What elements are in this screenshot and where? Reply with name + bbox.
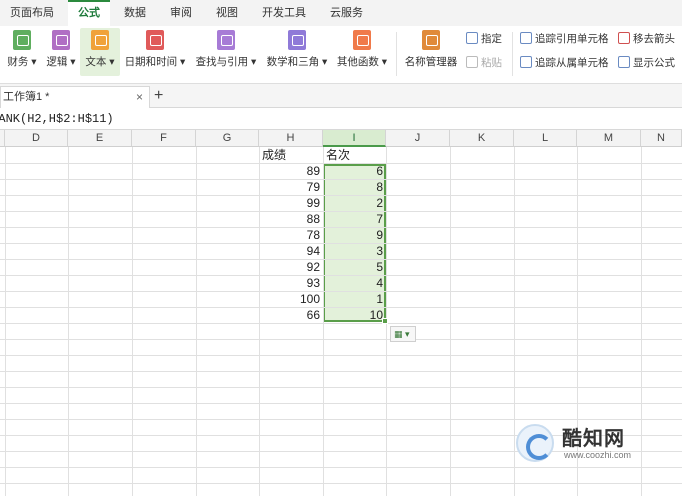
watermark: 酷知网 www.coozhi.com <box>510 420 660 470</box>
datetime-button[interactable]: 日期和时间 ▾ <box>122 28 188 76</box>
tab-data[interactable]: 数据 <box>114 0 156 26</box>
cell-score[interactable]: 89 <box>259 163 323 179</box>
formula-bar[interactable]: =RANK(H2,H$2:H$11) <box>0 108 682 130</box>
assign-icon <box>466 32 478 44</box>
column-header-j[interactable]: J <box>386 130 450 147</box>
cell-rank[interactable]: 2 <box>323 195 386 211</box>
gridline <box>5 147 6 496</box>
name-manager-button[interactable]: 名称管理器 <box>402 28 460 76</box>
cell-rank[interactable]: 1 <box>323 291 386 307</box>
tab-formulas[interactable]: 公式 <box>68 0 110 26</box>
column-header-g[interactable]: G <box>196 130 259 147</box>
finance-icon <box>13 30 31 50</box>
tab-view[interactable]: 视图 <box>206 0 248 26</box>
column-header-h[interactable]: H <box>259 130 323 147</box>
cell-rank[interactable]: 6 <box>323 163 386 179</box>
finance-button[interactable]: 财务 ▾ <box>4 28 40 76</box>
close-icon[interactable]: × <box>136 87 143 107</box>
gridline <box>0 355 682 356</box>
gridline <box>132 147 133 496</box>
gridline <box>450 147 451 496</box>
name-manager-icon <box>422 30 440 50</box>
cell-score[interactable]: 94 <box>259 243 323 259</box>
math-icon <box>288 30 306 50</box>
fill-handle[interactable] <box>382 318 388 324</box>
watermark-title: 酷知网 <box>562 426 625 450</box>
cell-score[interactable]: 66 <box>259 307 323 323</box>
column-header-f[interactable]: F <box>132 130 196 147</box>
logic-icon <box>52 30 70 50</box>
autofill-options-button[interactable]: ▦ ▾ <box>390 326 416 342</box>
cell-rank[interactable]: 10 <box>323 307 386 323</box>
cell-rank[interactable]: 9 <box>323 227 386 243</box>
cell-rank[interactable]: 4 <box>323 275 386 291</box>
remove-arrows-button[interactable]: 移去箭头 <box>618 30 675 48</box>
gridline <box>68 147 69 496</box>
show-formulas-icon <box>618 56 630 68</box>
show-formulas-button[interactable]: 显示公式 <box>618 54 675 72</box>
cell-score[interactable]: 88 <box>259 211 323 227</box>
coozhi-logo-icon <box>516 424 554 462</box>
cell-h1[interactable]: 成绩 <box>259 147 323 163</box>
gridline <box>0 339 682 340</box>
gridline <box>0 483 682 484</box>
column-header-i[interactable]: I <box>323 130 386 147</box>
document-tabs: 工作簿1 * × + <box>0 84 682 108</box>
watermark-url: www.coozhi.com <box>564 450 632 460</box>
lookup-button[interactable]: 查找与引用 ▾ <box>192 28 260 76</box>
cell-score[interactable]: 100 <box>259 291 323 307</box>
gridline <box>0 323 682 324</box>
logic-button[interactable]: 逻辑 ▾ <box>44 28 78 76</box>
text-button[interactable]: 文本 ▾ <box>80 28 120 76</box>
column-header-l[interactable]: L <box>514 130 577 147</box>
gridline <box>0 387 682 388</box>
trace-dependents-icon <box>520 56 532 68</box>
trace-precedents-icon <box>520 32 532 44</box>
cell-rank[interactable]: 3 <box>323 243 386 259</box>
remove-arrows-icon <box>618 32 630 44</box>
gridline <box>196 147 197 496</box>
ribbon: 财务 ▾ 逻辑 ▾ 文本 ▾ 日期和时间 ▾ 查找与引用 ▾ 数学和三角 ▾ 其… <box>0 26 682 84</box>
cell-score[interactable]: 79 <box>259 179 323 195</box>
lookup-icon <box>217 30 235 50</box>
paste-icon <box>466 56 478 68</box>
cell-score[interactable]: 93 <box>259 275 323 291</box>
column-header-m[interactable]: M <box>577 130 641 147</box>
text-icon <box>91 30 109 50</box>
spreadsheet-grid[interactable]: D E F G H I J K L M N 成绩 名次 89 6 79 8 99… <box>0 130 682 496</box>
autofill-icon: ▦ ▾ <box>394 329 410 339</box>
cell-rank[interactable]: 8 <box>323 179 386 195</box>
column-header-n[interactable]: N <box>641 130 682 147</box>
menu-bar: 页面布局 公式 数据 审阅 视图 开发工具 云服务 <box>0 0 682 26</box>
assign-button[interactable]: 指定 <box>466 30 502 48</box>
trace-dependents-button[interactable]: 追踪从属单元格 <box>520 54 609 72</box>
cell-score[interactable]: 92 <box>259 259 323 275</box>
cell-rank[interactable]: 7 <box>323 211 386 227</box>
paste-button[interactable]: 粘贴 <box>466 54 502 72</box>
column-header-e[interactable]: E <box>68 130 132 147</box>
workbook-tab[interactable]: 工作簿1 * × <box>0 86 150 108</box>
ribbon-divider <box>396 32 397 76</box>
cell-score[interactable]: 78 <box>259 227 323 243</box>
cell-score[interactable]: 99 <box>259 195 323 211</box>
cell-rank[interactable]: 5 <box>323 259 386 275</box>
gridline <box>0 371 682 372</box>
tab-page-layout[interactable]: 页面布局 <box>0 0 64 26</box>
cell-i1[interactable]: 名次 <box>323 147 386 163</box>
trace-precedents-button[interactable]: 追踪引用单元格 <box>520 30 609 48</box>
tab-cloud[interactable]: 云服务 <box>320 0 373 26</box>
formula-text: =RANK(H2,H$2:H$11) <box>0 112 114 126</box>
tab-review[interactable]: 审阅 <box>160 0 202 26</box>
column-header-k[interactable]: K <box>450 130 514 147</box>
column-header-d[interactable]: D <box>5 130 68 147</box>
tab-developer[interactable]: 开发工具 <box>252 0 316 26</box>
gridline <box>0 403 682 404</box>
more-functions-button[interactable]: 其他函数 ▾ <box>334 28 390 76</box>
datetime-icon <box>146 30 164 50</box>
ribbon-divider <box>512 32 513 76</box>
math-button[interactable]: 数学和三角 ▾ <box>264 28 330 76</box>
more-functions-icon <box>353 30 371 50</box>
add-tab-icon[interactable]: + <box>154 86 163 106</box>
